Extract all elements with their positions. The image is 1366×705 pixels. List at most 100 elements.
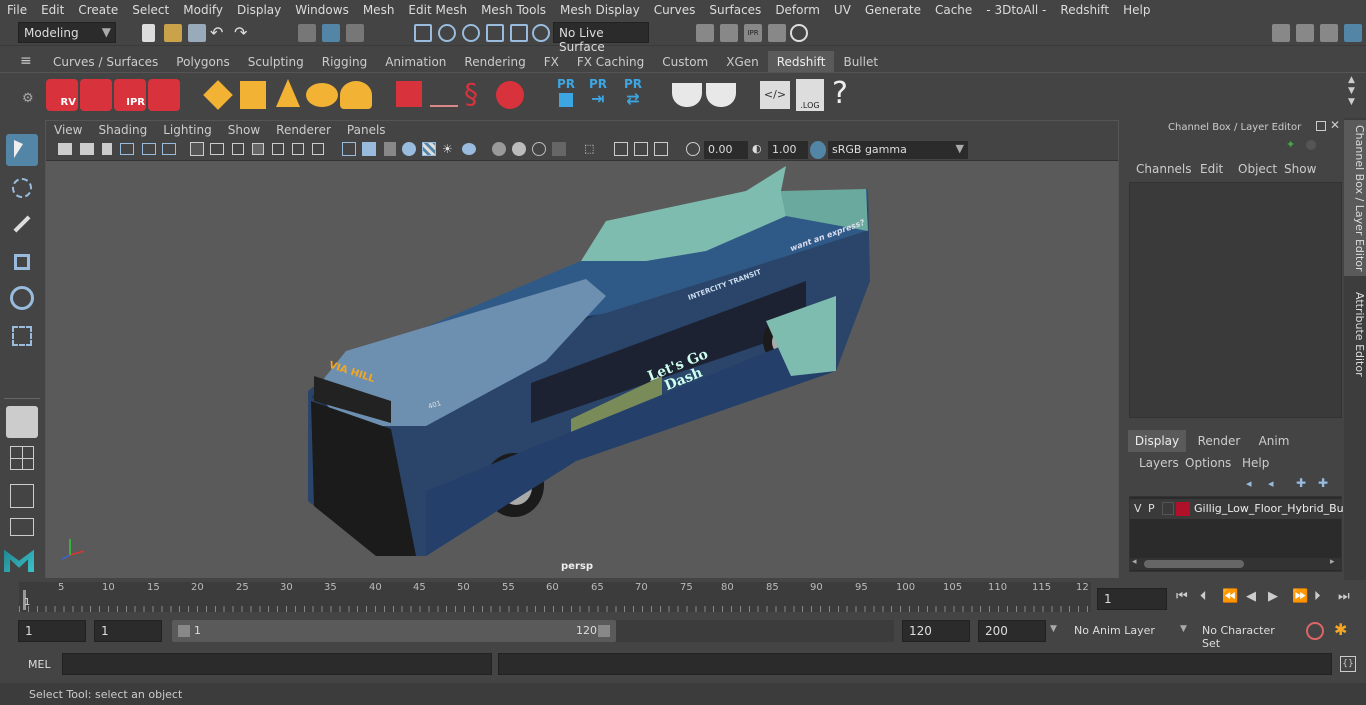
play-backwards-icon[interactable]: ◀ bbox=[1246, 589, 1256, 604]
select-object-icon[interactable] bbox=[322, 24, 340, 42]
wireframe-on-shaded-icon[interactable] bbox=[402, 142, 416, 156]
menu-redshift[interactable]: Redshift bbox=[1053, 3, 1116, 17]
redshift-hair-icon[interactable] bbox=[430, 87, 458, 107]
film-gate-icon[interactable] bbox=[210, 143, 224, 155]
gamma-icon[interactable]: ◐ bbox=[752, 142, 764, 156]
character-set-dropdown[interactable]: No Character Set bbox=[1196, 620, 1300, 650]
step-back-frame-icon[interactable]: ⏴ bbox=[1200, 589, 1207, 604]
new-scene-icon[interactable] bbox=[142, 24, 155, 42]
menu-display[interactable]: Display bbox=[230, 3, 288, 17]
redshift-mesh-params-icon[interactable] bbox=[240, 81, 266, 109]
layer-tab-anim[interactable]: Anim bbox=[1248, 430, 1300, 452]
textured-icon[interactable] bbox=[422, 142, 436, 156]
workspace-icon[interactable] bbox=[1272, 24, 1290, 42]
move-tool-icon[interactable] bbox=[6, 246, 38, 278]
select-tool-icon[interactable] bbox=[6, 134, 38, 166]
ipr-render-icon[interactable]: IPR bbox=[744, 24, 762, 42]
live-surface-field[interactable]: No Live Surface bbox=[553, 22, 649, 54]
viewport-menu-renderer[interactable]: Renderer bbox=[268, 121, 339, 139]
tab-rendering[interactable]: Rendering bbox=[455, 51, 534, 73]
playback-end-field[interactable]: 120 bbox=[902, 620, 970, 642]
layer-menu-help[interactable]: Help bbox=[1242, 456, 1269, 470]
texture-bowl-icon[interactable] bbox=[672, 83, 702, 107]
viewport-menu-show[interactable]: Show bbox=[220, 121, 268, 139]
smooth-shade-icon[interactable] bbox=[362, 142, 376, 156]
move-layer-down-icon[interactable]: ◂ bbox=[1268, 477, 1282, 490]
layer-name[interactable]: Gillig_Low_Floor_Hybrid_Bus bbox=[1194, 502, 1349, 515]
scroll-left-icon[interactable]: ◂ bbox=[1132, 557, 1137, 567]
pr-swap-icon[interactable]: PR ⇄ bbox=[618, 77, 648, 111]
tab-xgen[interactable]: XGen bbox=[717, 51, 768, 73]
log-file-icon[interactable]: .LOG bbox=[796, 79, 824, 111]
auto-key-icon[interactable] bbox=[1306, 622, 1324, 640]
viewport-menu-lighting[interactable]: Lighting bbox=[155, 121, 220, 139]
viewport-menu-shading[interactable]: Shading bbox=[90, 121, 155, 139]
four-view-layout-icon[interactable] bbox=[6, 444, 38, 472]
resolution-gate-icon[interactable] bbox=[232, 143, 244, 155]
use-default-material-icon[interactable] bbox=[384, 142, 396, 156]
tab-sculpting[interactable]: Sculpting bbox=[239, 51, 313, 73]
layer-color-swatch[interactable] bbox=[1176, 502, 1190, 516]
snap-point-icon[interactable] bbox=[462, 24, 480, 42]
rotate-tool-icon[interactable] bbox=[6, 282, 38, 314]
open-scene-icon[interactable] bbox=[164, 24, 182, 42]
tab-rigging[interactable]: Rigging bbox=[313, 51, 376, 73]
menu-file[interactable]: File bbox=[0, 3, 34, 17]
snap-grid-icon[interactable] bbox=[414, 24, 432, 42]
snap-surface-icon[interactable] bbox=[510, 24, 528, 42]
gate-mask-icon[interactable] bbox=[252, 143, 264, 155]
menu-mesh-tools[interactable]: Mesh Tools bbox=[474, 3, 553, 17]
layer-scrollbar-thumb[interactable] bbox=[1144, 560, 1244, 568]
make-live-icon[interactable] bbox=[532, 24, 550, 42]
menu-create[interactable]: Create bbox=[71, 3, 125, 17]
menu-help[interactable]: Help bbox=[1116, 3, 1157, 17]
tab-fx[interactable]: FX bbox=[535, 51, 568, 73]
camera-select-icon[interactable] bbox=[58, 143, 72, 155]
go-to-end-icon[interactable]: ⏭ bbox=[1338, 589, 1350, 604]
motion-blur-icon[interactable] bbox=[512, 142, 526, 156]
tab-animation[interactable]: Animation bbox=[376, 51, 455, 73]
move-layer-up-icon[interactable]: ◂ bbox=[1246, 477, 1260, 490]
layer-horizontal-scrollbar[interactable]: ◂ ▸ bbox=[1130, 557, 1342, 570]
layer-menu-layers[interactable]: Layers bbox=[1139, 456, 1179, 470]
range-slider-start-handle[interactable] bbox=[178, 625, 190, 637]
menu-surfaces[interactable]: Surfaces bbox=[702, 3, 768, 17]
menu-windows[interactable]: Windows bbox=[288, 3, 356, 17]
tab-polygons[interactable]: Polygons bbox=[167, 51, 238, 73]
shadows-icon[interactable] bbox=[462, 143, 476, 155]
wireframe-icon[interactable] bbox=[342, 142, 356, 156]
redshift-sun-sky-icon[interactable] bbox=[340, 81, 372, 109]
menu-set-dropdown[interactable]: Modeling ▼ bbox=[18, 22, 116, 43]
grease-pencil-icon[interactable] bbox=[162, 143, 176, 155]
redshift-dome-light-icon[interactable] bbox=[306, 83, 338, 107]
help-icon[interactable]: ? bbox=[832, 77, 852, 111]
chevron-down-icon[interactable]: ▼ bbox=[1180, 624, 1187, 634]
menu-deform[interactable]: Deform bbox=[768, 3, 827, 17]
channel-box-keyed-icon[interactable] bbox=[1306, 140, 1316, 150]
channel-box-menu-edit[interactable]: Edit bbox=[1200, 162, 1223, 176]
tab-custom[interactable]: Custom bbox=[653, 51, 717, 73]
step-back-key-icon[interactable]: ⏪ bbox=[1222, 589, 1238, 604]
image-plane-icon[interactable] bbox=[120, 143, 134, 155]
channel-box-toggle-icon[interactable] bbox=[1344, 24, 1362, 42]
redshift-ipr-icon[interactable]: IPR bbox=[114, 79, 146, 111]
channel-box-menu-channels[interactable]: Channels bbox=[1136, 162, 1192, 176]
range-slider-bar[interactable]: 1 120 bbox=[172, 620, 616, 642]
layer-tab-render[interactable]: Render bbox=[1190, 430, 1248, 452]
menu-uv[interactable]: UV bbox=[827, 3, 858, 17]
bookmark-icon[interactable] bbox=[102, 143, 112, 155]
persp-outliner-layout-icon[interactable] bbox=[6, 482, 38, 510]
command-input[interactable] bbox=[62, 653, 492, 675]
hypershade-icon[interactable] bbox=[790, 24, 808, 42]
layer-menu-options[interactable]: Options bbox=[1185, 456, 1231, 470]
chevron-down-icon[interactable]: ▼ bbox=[1050, 624, 1057, 634]
redshift-settings-icon[interactable] bbox=[148, 79, 180, 111]
current-frame-field[interactable]: 1 bbox=[1097, 588, 1167, 610]
side-tab-attribute-editor[interactable]: Attribute Editor bbox=[1344, 284, 1366, 384]
pr-import-icon[interactable]: PR ⇥ bbox=[584, 77, 612, 111]
two-d-pan-zoom-icon[interactable] bbox=[142, 143, 156, 155]
gamma-field[interactable]: 1.00 bbox=[768, 141, 808, 159]
layer-reference-toggle[interactable] bbox=[1162, 502, 1174, 515]
modeling-toolkit-icon[interactable] bbox=[1296, 24, 1314, 42]
range-slider-track[interactable] bbox=[616, 620, 894, 642]
